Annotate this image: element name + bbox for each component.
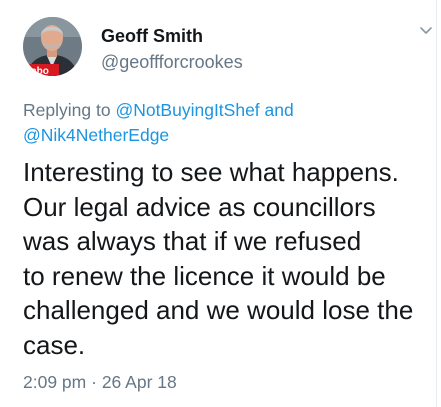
timestamp-separator: · [91,372,97,392]
avatar-image: Labo [23,17,82,76]
tweet-text-line: Interesting to see what happens. [23,157,399,187]
tweet-text-line: challenged and we would lose the [23,295,414,326]
replying-to: Replying to @NotBuyingItShef and @Nik4Ne… [23,98,423,148]
avatar-badge-text: Labo [25,66,49,76]
card-border [436,0,437,407]
tweet-text-line: to renew the licence it would be [23,260,386,291]
tweet-timestamp[interactable]: 2:09 pm · 26 Apr 18 [23,372,177,393]
tweet-text-line: was always that if we refused [23,226,362,257]
replying-to-prefix: Replying to [23,100,111,120]
author-handle[interactable]: @geoffforcrookes [101,52,243,73]
tweet-time: 2:09 pm [23,372,87,392]
tweet-card: Labo Geoff Smith @geoffforcrookes Replyi… [0,0,441,407]
author-display-name[interactable]: Geoff Smith [101,26,203,47]
tweet-text-line: Our legal advice as councillors [23,191,376,222]
tweet-text-line: case. [23,329,86,360]
mention-conjunction: and [264,100,294,120]
avatar[interactable]: Labo [23,17,82,76]
tweet-text: Interesting to see what happens. Our leg… [23,155,438,363]
tweet-date: 26 Apr 18 [101,372,177,392]
mention-link-2[interactable]: @Nik4NetherEdge [23,125,169,145]
chevron-down-icon[interactable] [418,22,434,38]
mention-link-1[interactable]: @NotBuyingItShef [115,100,259,120]
